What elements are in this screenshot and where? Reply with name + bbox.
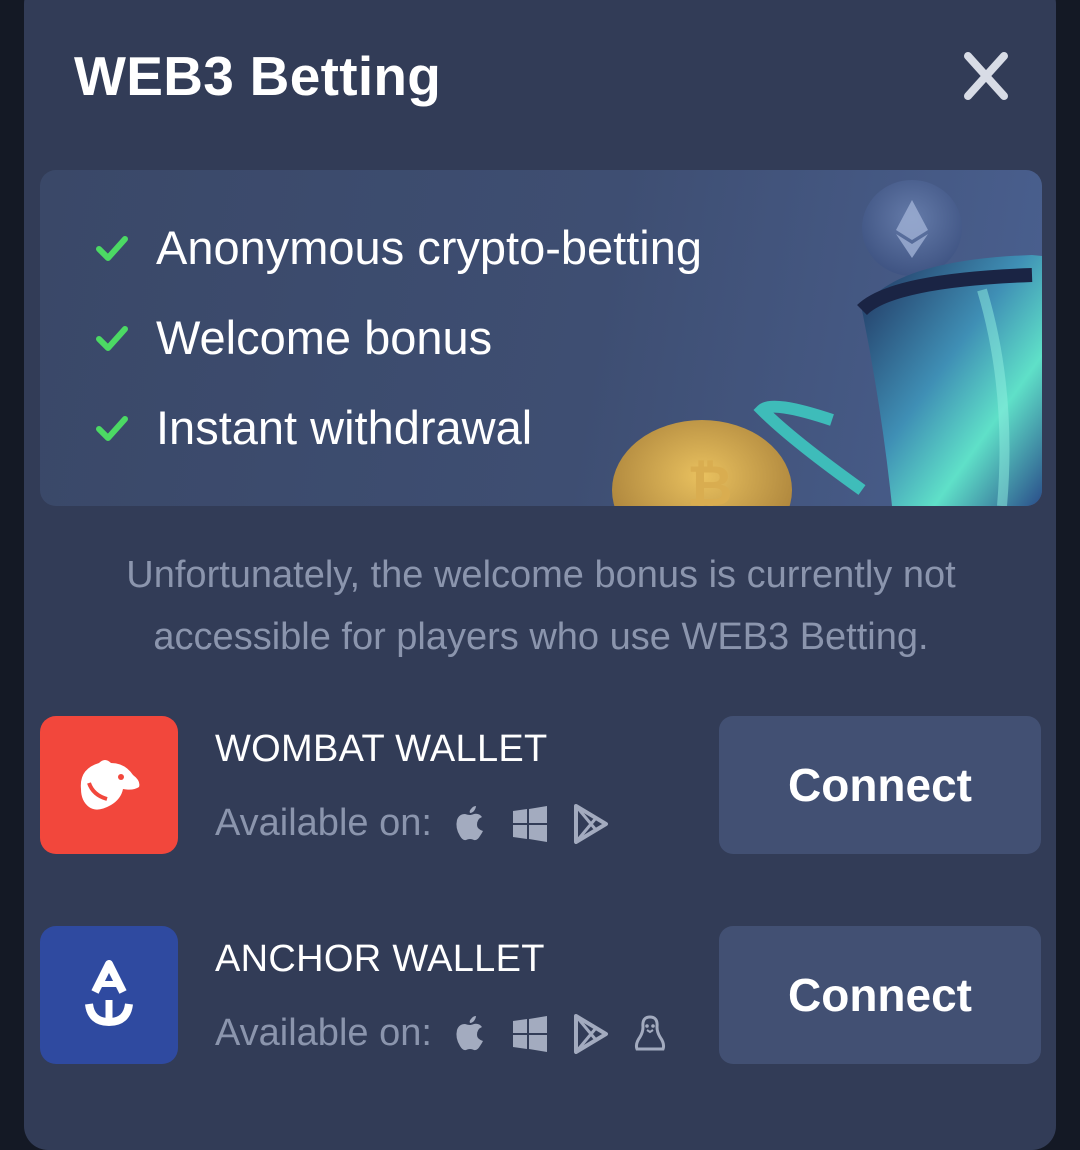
svg-text:₿: ₿ (687, 454, 733, 506)
anchor-connect-button[interactable]: Connect (719, 926, 1041, 1064)
windows-icon (512, 1015, 547, 1052)
wallet-name: WOMBAT WALLET (215, 728, 548, 770)
linux-icon (634, 1014, 665, 1050)
modal-title: WEB3 Betting (74, 45, 442, 107)
wallet-availability: Available on: (215, 802, 610, 845)
feature-label: Anonymous crypto-betting (156, 221, 703, 274)
feature-label: Instant withdrawal (156, 401, 533, 454)
wombat-wallet-logo (40, 716, 178, 854)
bonus-notice: Unfortunately, the welcome bonus is curr… (126, 554, 956, 658)
wallet-name: ANCHOR WALLET (215, 938, 545, 980)
wallet-availability: Available on: (215, 1012, 670, 1055)
available-label: Available on: (215, 1012, 432, 1054)
check-icon (96, 325, 128, 351)
google-play-icon (573, 803, 608, 844)
feature-item: Welcome bonus (92, 310, 492, 365)
wombat-connect-button[interactable]: Connect (719, 716, 1041, 854)
feature-item: Anonymous crypto-betting (92, 220, 702, 275)
promo-banner: ₿ Anonymous crypto-betting Welcome bonus… (40, 170, 1042, 506)
wombat-icon (80, 760, 140, 810)
available-label: Available on: (215, 802, 432, 844)
apple-icon (456, 1015, 483, 1050)
anchor-icon (85, 960, 133, 1027)
close-icon[interactable] (960, 52, 1012, 100)
check-icon (96, 235, 128, 261)
feature-item: Instant withdrawal (92, 400, 532, 455)
anchor-wallet-logo (40, 926, 178, 1064)
google-play-icon (573, 1013, 608, 1054)
feature-label: Welcome bonus (156, 311, 493, 364)
apple-icon (456, 805, 483, 840)
check-icon (96, 415, 128, 441)
windows-icon (512, 805, 547, 842)
